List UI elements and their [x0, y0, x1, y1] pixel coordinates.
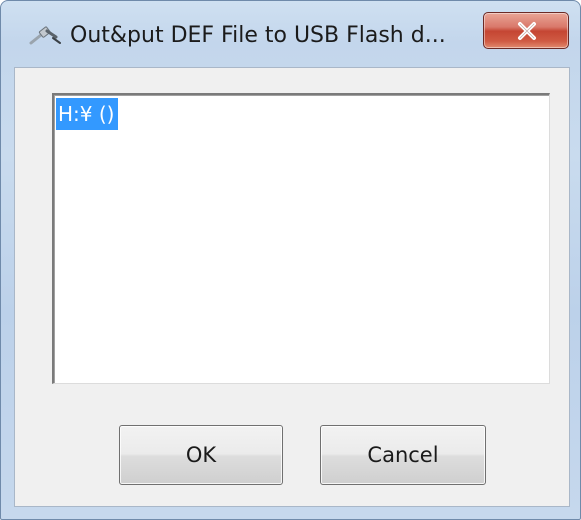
dialog-client-area: H:¥ () OK Cancel [14, 67, 570, 507]
title-bar[interactable]: Out&put DEF File to USB Flash d... [1, 1, 580, 57]
close-x-icon [518, 22, 536, 40]
dialog-window: Out&put DEF File to USB Flash d... H:¥ (… [0, 0, 581, 520]
close-button[interactable] [483, 12, 569, 49]
drive-list-item[interactable]: H:¥ () [56, 98, 119, 130]
ok-button[interactable]: OK [119, 425, 283, 485]
cancel-button[interactable]: Cancel [320, 425, 486, 485]
drive-listbox[interactable]: H:¥ () [52, 93, 550, 384]
window-title: Out&put DEF File to USB Flash d... [70, 23, 446, 48]
usb-plug-icon [29, 23, 63, 47]
